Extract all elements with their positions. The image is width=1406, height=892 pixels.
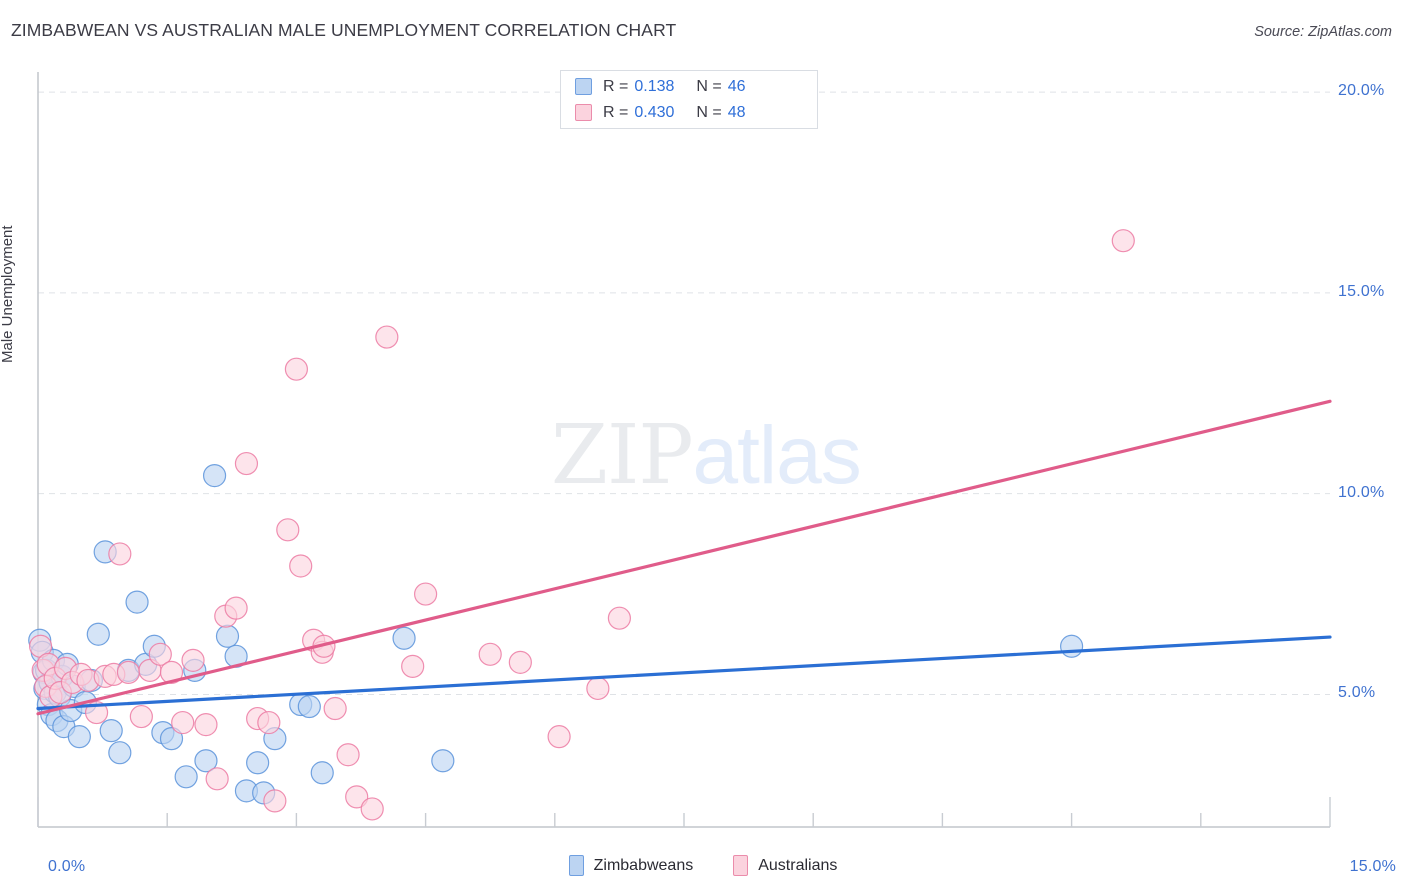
data-point <box>547 725 571 749</box>
data-point <box>1059 634 1084 658</box>
data-point <box>125 590 149 614</box>
legend-item-zimbabweans[interactable]: Zimbabweans <box>568 855 694 876</box>
data-point <box>414 582 438 606</box>
data-point <box>129 704 153 729</box>
stats-row-australians: R = 0.430 N = 48 <box>575 100 817 126</box>
page-title: ZIMBABWEAN VS AUSTRALIAN MALE UNEMPLOYME… <box>11 20 677 40</box>
plot-area <box>28 72 1332 828</box>
legend-pink-label: Australians <box>758 856 838 874</box>
data-point <box>276 518 300 542</box>
data-point <box>67 725 91 749</box>
data-point <box>392 626 416 650</box>
data-point <box>323 696 347 721</box>
data-point <box>215 624 240 648</box>
data-point <box>284 357 308 381</box>
source-attribution: Source: ZipAtlas.com <box>1254 24 1392 40</box>
data-point <box>108 542 132 566</box>
correlation-chart: ZIMBABWEAN VS AUSTRALIAN MALE UNEMPLOYME… <box>0 0 1406 892</box>
legend-blue-label: Zimbabweans <box>593 856 694 874</box>
pink-r-label: R = <box>603 103 629 121</box>
legend-item-australians[interactable]: Australians <box>733 855 837 876</box>
series-legend: Zimbabweans Australians <box>0 855 1406 876</box>
data-point <box>246 751 270 775</box>
data-point <box>360 797 384 821</box>
data-point <box>607 606 632 630</box>
data-point <box>99 719 123 743</box>
data-point <box>181 648 205 672</box>
data-point <box>478 642 502 666</box>
data-point <box>297 694 321 719</box>
legend-blue-swatch-icon <box>568 855 584 876</box>
data-point <box>257 710 281 735</box>
pink-n-value: 48 <box>727 103 746 121</box>
data-point <box>375 325 399 349</box>
data-point <box>586 676 610 701</box>
y-axis-title: Male Unemployment <box>0 225 16 363</box>
stats-row-zimbabweans: R = 0.138 N = 46 <box>575 74 817 100</box>
y-tick-label: 10.0% <box>1338 483 1385 501</box>
data-point <box>194 712 218 737</box>
blue-r-value: 0.138 <box>634 77 675 95</box>
data-point <box>431 749 455 773</box>
data-point <box>108 741 132 765</box>
data-point <box>116 660 141 684</box>
scatter-canvas <box>28 72 1332 828</box>
pink-n-label: N = <box>696 103 722 121</box>
correlation-stats-box: R = 0.138 N = 46 R = 0.430 N = 48 <box>560 70 818 129</box>
legend-pink-swatch-icon <box>733 855 749 876</box>
data-point <box>263 789 287 813</box>
data-point <box>1111 229 1135 253</box>
data-point <box>234 451 259 476</box>
data-point <box>310 761 334 785</box>
data-point <box>289 554 313 578</box>
pink-r-value: 0.430 <box>634 103 675 121</box>
y-tick-label: 5.0% <box>1338 684 1376 702</box>
data-point <box>202 464 227 488</box>
data-point <box>86 622 110 646</box>
blue-n-value: 46 <box>727 77 746 95</box>
y-tick-label: 15.0% <box>1338 282 1385 300</box>
series-australians <box>28 229 1135 821</box>
blue-r-label: R = <box>603 77 629 95</box>
data-point <box>508 650 532 674</box>
series-zimbabweans <box>28 464 1084 805</box>
blue-n-label: N = <box>696 77 722 95</box>
pink-swatch-icon <box>575 104 592 121</box>
data-point <box>224 596 248 620</box>
blue-swatch-icon <box>575 78 592 95</box>
data-point <box>174 765 198 789</box>
data-point <box>336 743 360 767</box>
data-point <box>401 654 425 678</box>
data-point <box>171 710 195 735</box>
y-tick-label: 20.0% <box>1338 82 1385 100</box>
trend-line-australians <box>36 399 1332 716</box>
data-point <box>205 767 229 791</box>
